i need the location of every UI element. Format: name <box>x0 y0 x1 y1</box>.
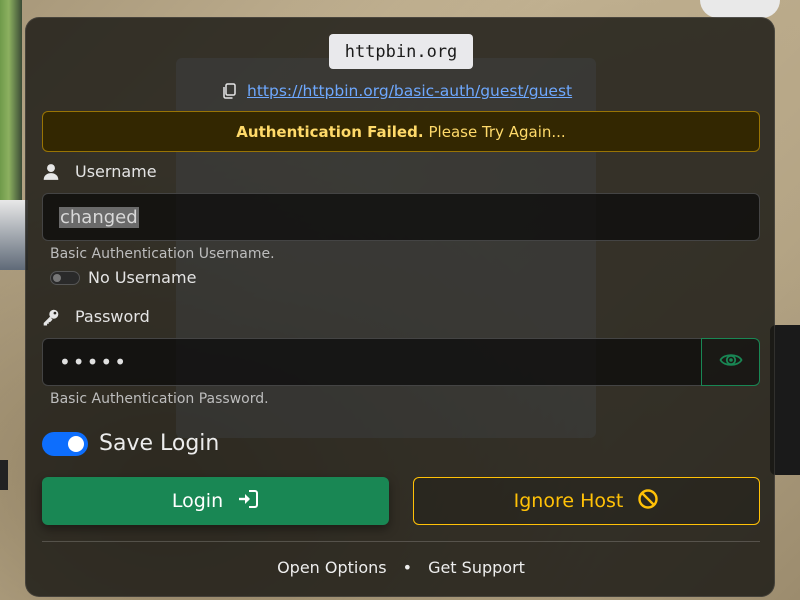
save-login-row: Save Login <box>42 431 219 456</box>
no-username-label: No Username <box>88 268 197 287</box>
no-username-row: No Username <box>50 268 196 287</box>
key-icon <box>42 308 60 326</box>
auth-failed-alert: Authentication Failed. Please Try Again.… <box>42 111 760 152</box>
login-button-label: Login <box>171 490 224 512</box>
username-help: Basic Authentication Username. <box>50 246 275 262</box>
password-label-row: Password <box>42 307 150 326</box>
username-label: Username <box>75 162 157 181</box>
alert-title: Authentication Failed. <box>236 122 424 141</box>
background-object <box>0 200 28 270</box>
divider <box>42 541 760 542</box>
show-password-button[interactable] <box>701 338 760 386</box>
username-value: changed <box>59 206 139 228</box>
sign-in-icon <box>237 489 259 514</box>
login-button[interactable]: Login <box>42 477 389 525</box>
password-help: Basic Authentication Password. <box>50 391 269 407</box>
background-object <box>700 0 780 18</box>
ignore-host-button[interactable]: Ignore Host <box>413 477 760 525</box>
save-login-label: Save Login <box>99 431 220 456</box>
password-label: Password <box>75 307 150 326</box>
password-input[interactable]: ••••• <box>42 338 702 386</box>
url-link[interactable]: https://httpbin.org/basic-auth/guest/gue… <box>247 82 572 100</box>
eye-icon <box>718 350 743 374</box>
user-icon <box>42 163 60 181</box>
host-badge: httpbin.org <box>329 34 473 69</box>
username-input[interactable]: changed <box>42 193 760 241</box>
footer: Open Options • Get Support <box>26 558 774 577</box>
open-options-link[interactable]: Open Options <box>277 558 387 577</box>
background-object <box>0 460 8 490</box>
ignore-host-label: Ignore Host <box>513 490 624 512</box>
ban-icon <box>637 488 659 515</box>
get-support-link[interactable]: Get Support <box>428 558 525 577</box>
no-username-toggle[interactable] <box>50 270 80 285</box>
username-label-row: Username <box>42 162 157 181</box>
password-value: ••••• <box>59 350 128 374</box>
alert-message: Please Try Again... <box>428 122 566 141</box>
copy-icon[interactable] <box>221 83 237 99</box>
footer-separator: • <box>402 558 413 577</box>
save-login-toggle[interactable] <box>42 431 88 456</box>
url-row: https://httpbin.org/basic-auth/guest/gue… <box>221 80 572 102</box>
auth-dialog: httpbin.org https://httpbin.org/basic-au… <box>25 17 775 597</box>
